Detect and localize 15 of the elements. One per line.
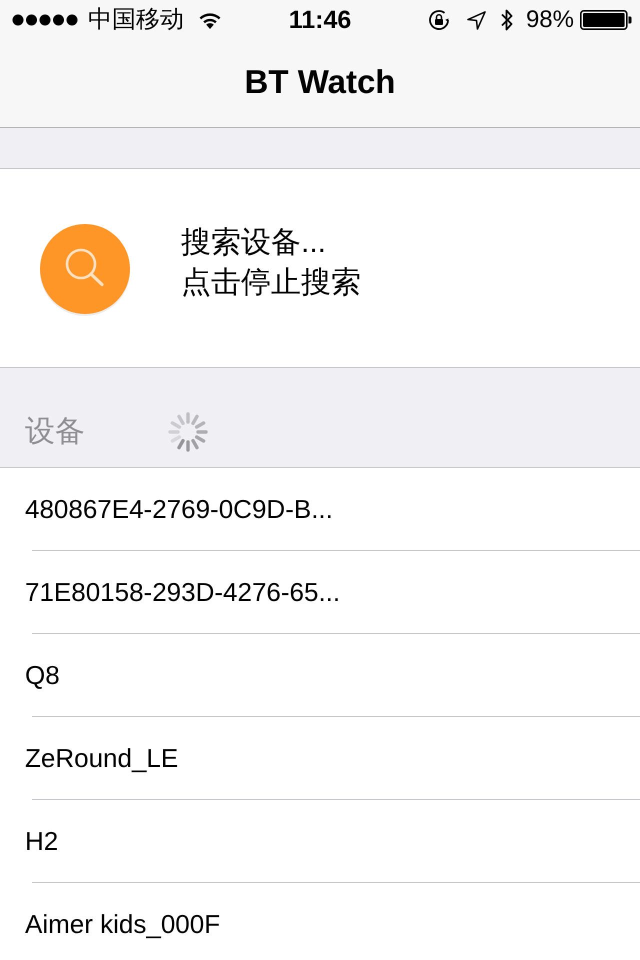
clock-time: 11:46 bbox=[288, 5, 352, 35]
search-status-text: 搜索设备... bbox=[181, 225, 328, 261]
search-panel[interactable]: 搜索设备... 点击停止搜索 bbox=[0, 168, 640, 368]
wifi-icon bbox=[198, 12, 222, 28]
stop-search-hint: 点击停止搜索 bbox=[181, 265, 361, 301]
screen-title: BT Watch bbox=[244, 62, 396, 102]
carrier-name: 中国移动 bbox=[88, 5, 184, 35]
bluetooth-icon bbox=[500, 8, 514, 32]
battery-percentage: 98% bbox=[526, 5, 574, 35]
rotation-lock-icon bbox=[426, 8, 451, 32]
battery-icon bbox=[580, 10, 632, 30]
section-header-label: 设备 bbox=[25, 414, 85, 450]
signal-strength-icon bbox=[12, 14, 78, 26]
location-arrow-icon bbox=[466, 10, 486, 30]
search-icon bbox=[39, 223, 131, 317]
